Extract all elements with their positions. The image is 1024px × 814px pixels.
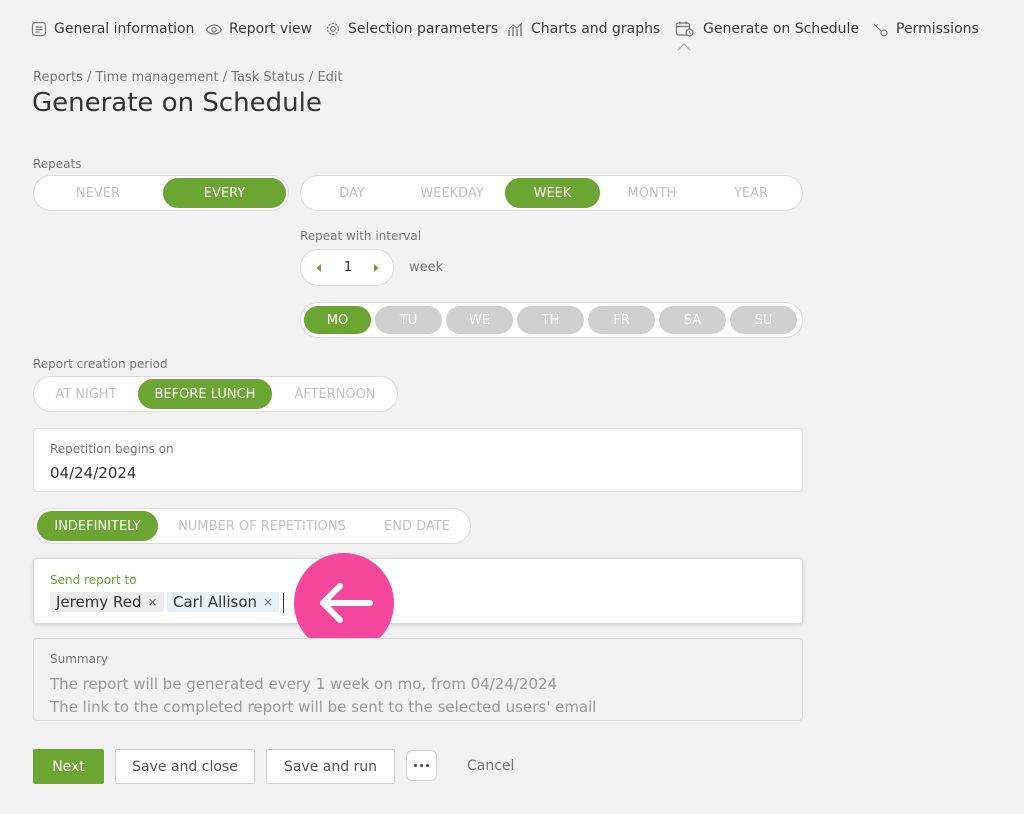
- next-button[interactable]: Next: [33, 749, 104, 784]
- send-report-to-label: Send report to: [50, 573, 137, 587]
- interval-label: Repeat with interval: [300, 229, 422, 243]
- page-title: Generate on Schedule: [32, 88, 322, 118]
- recipient-chip: Carl Allison ×: [167, 592, 280, 612]
- day-th[interactable]: TH: [517, 306, 584, 334]
- dot: [414, 764, 417, 767]
- period-afternoon-option[interactable]: AFTERNOON: [275, 379, 395, 409]
- nav-item-label: Permissions: [896, 21, 979, 37]
- interval-unit: week: [409, 260, 444, 275]
- active-tab-caret-icon: [677, 43, 691, 51]
- creation-period-toggle: AT NIGHT BEFORE LUNCH AFTERNOON: [33, 376, 398, 412]
- summary-line-2: The link to the completed report will be…: [50, 698, 597, 716]
- day-su[interactable]: SU: [730, 306, 797, 334]
- summary-line-1: The report will be generated every 1 wee…: [50, 675, 558, 693]
- end-date-option[interactable]: END DATE: [365, 511, 469, 541]
- repeat-unit-weekday-option[interactable]: WEEKDAY: [403, 178, 501, 208]
- summary-box: Summary The report will be generated eve…: [33, 638, 803, 721]
- end-number-of-repetitions-option[interactable]: NUMBER OF REPETITIONS: [162, 511, 362, 541]
- interval-value[interactable]: 1: [341, 250, 355, 285]
- nav-item-selection-parameters[interactable]: Selection parameters: [324, 18, 498, 40]
- remove-recipient-icon[interactable]: ×: [147, 595, 157, 609]
- repeat-unit-week-option[interactable]: WEEK: [505, 178, 600, 208]
- summary-label: Summary: [50, 652, 108, 666]
- top-navigation: General information Report view Selectio…: [0, 0, 1024, 56]
- weekday-selector: MO TU WE TH FR SA SU: [300, 302, 803, 338]
- nav-item-label: Selection parameters: [348, 21, 499, 37]
- nav-item-permissions[interactable]: Permissions: [872, 18, 979, 40]
- decrement-icon[interactable]: [313, 262, 325, 274]
- repeats-unit-toggle: DAY WEEKDAY WEEK MONTH YEAR: [300, 175, 803, 211]
- repeat-unit-day-option[interactable]: DAY: [303, 178, 401, 208]
- recipient-name: Jeremy Red: [56, 593, 142, 611]
- nav-item-general-information[interactable]: General information: [30, 18, 194, 40]
- repetition-begins-label: Repetition begins on: [50, 442, 174, 456]
- repeats-mode-toggle: NEVER EVERY: [33, 175, 289, 211]
- end-condition-toggle: INDEFINITELY NUMBER OF REPETITIONS END D…: [33, 508, 471, 544]
- repeat-unit-year-option[interactable]: YEAR: [703, 178, 799, 208]
- repeat-never-option[interactable]: NEVER: [35, 178, 161, 208]
- repetition-begins-field[interactable]: Repetition begins on 04/24/2024: [33, 428, 803, 492]
- text-cursor: [283, 593, 284, 613]
- creation-period-label: Report creation period: [33, 357, 168, 371]
- day-we[interactable]: WE: [446, 306, 513, 334]
- save-and-run-button[interactable]: Save and run: [266, 749, 395, 784]
- day-tu[interactable]: TU: [375, 306, 442, 334]
- recipient-chip: Jeremy Red ×: [50, 592, 164, 612]
- breadcrumb: Reports / Time management / Task Status …: [33, 70, 343, 85]
- recipient-name: Carl Allison: [173, 593, 258, 611]
- repeats-label: Repeats: [33, 157, 82, 171]
- save-and-close-button[interactable]: Save and close: [115, 749, 255, 784]
- repeat-every-option[interactable]: EVERY: [163, 178, 286, 208]
- nav-item-generate-on-schedule[interactable]: Generate on Schedule: [675, 18, 859, 40]
- dot: [426, 764, 429, 767]
- document-lines-icon: [31, 21, 47, 37]
- nav-item-charts-and-graphs[interactable]: Charts and graphs: [507, 18, 660, 40]
- send-report-to-field[interactable]: Send report to Jeremy Red × Carl Allison…: [33, 558, 803, 624]
- period-at-night-option[interactable]: AT NIGHT: [36, 379, 136, 409]
- end-indefinitely-option[interactable]: INDEFINITELY: [37, 511, 158, 541]
- repetition-begins-value[interactable]: 04/24/2024: [50, 464, 136, 482]
- nav-item-label: General information: [54, 21, 195, 37]
- day-fr[interactable]: FR: [588, 306, 655, 334]
- more-options-button[interactable]: [406, 750, 437, 781]
- day-sa[interactable]: SA: [659, 306, 726, 334]
- key-icon: [873, 23, 888, 37]
- nav-item-report-view[interactable]: Report view: [205, 18, 312, 40]
- cancel-button[interactable]: Cancel: [467, 758, 514, 774]
- eye-icon: [205, 24, 223, 35]
- nav-item-label: Report view: [229, 21, 313, 37]
- arrow-left-icon: [320, 583, 373, 623]
- period-before-lunch-option[interactable]: BEFORE LUNCH: [138, 379, 272, 409]
- repeat-unit-month-option[interactable]: MONTH: [603, 178, 701, 208]
- gear-icon: [326, 22, 340, 36]
- increment-icon[interactable]: [370, 262, 382, 274]
- dot: [420, 764, 423, 767]
- interval-stepper: 1: [300, 249, 394, 286]
- day-mo[interactable]: MO: [304, 306, 371, 334]
- nav-item-label: Generate on Schedule: [703, 21, 860, 37]
- calendar-clock-icon: [675, 21, 694, 37]
- chart-icon: [508, 22, 523, 36]
- remove-recipient-icon[interactable]: ×: [263, 595, 273, 609]
- nav-item-label: Charts and graphs: [531, 21, 661, 37]
